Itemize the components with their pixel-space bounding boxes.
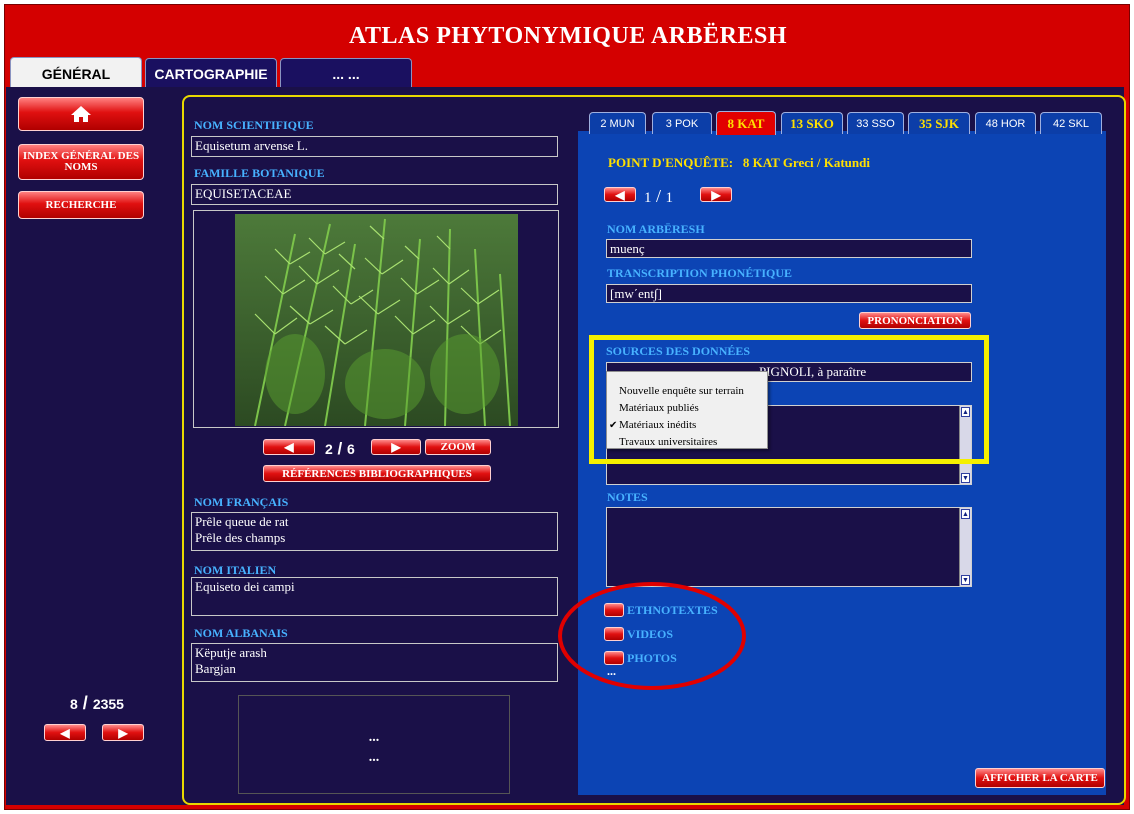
prev-record-button[interactable]: ◀: [44, 724, 86, 741]
scroll-down-icon[interactable]: ▼: [961, 473, 970, 483]
home-button[interactable]: [18, 97, 144, 131]
albanian-name-label: NOM ALBANAIS: [194, 626, 288, 640]
entry-current: 1: [644, 190, 652, 206]
phonetic-label: TRANSCRIPTION PHONÉTIQUE: [607, 266, 793, 280]
tab-point-33-sso[interactable]: 33 SSO: [847, 112, 904, 134]
prev-image-button[interactable]: ◀: [263, 439, 315, 455]
scroll-up-icon[interactable]: ▲: [961, 509, 970, 519]
tab-point-35-sjk[interactable]: 35 SJK: [908, 112, 970, 134]
arrow-right-icon: ▶: [711, 187, 721, 202]
arberesh-name-field: muenç: [606, 239, 972, 258]
italian-name-label: NOM ITALIEN: [194, 563, 277, 577]
extra-info-box: ... ...: [238, 695, 510, 794]
scrollbar[interactable]: ▲ ▼: [959, 508, 971, 586]
plant-image-frame: [193, 210, 559, 428]
french-name-label: NOM FRANÇAIS: [194, 495, 289, 509]
tab-cartographie[interactable]: CARTOGRAPHIE: [145, 58, 277, 88]
zoom-button[interactable]: ZOOM: [425, 439, 491, 455]
family-label: FAMILLE BOTANIQUE: [194, 166, 325, 180]
phonetic-field: [mw΄ent∫]: [606, 284, 972, 303]
image-current: 2: [325, 441, 333, 457]
french-name-field: Prêle queue de rat Prêle des champs: [191, 512, 558, 551]
arrow-left-icon: ◀: [284, 440, 294, 454]
extra-info-line-2: ...: [368, 750, 380, 765]
annotation-red-ellipse: [558, 582, 746, 690]
entry-counter: 1 / 1: [644, 186, 674, 206]
scientific-name-field: Equisetum arvense L.: [191, 136, 558, 157]
tab-point-13-sko[interactable]: 13 SKO: [781, 112, 843, 134]
survey-point-value: 8 KAT Greci / Katundi: [742, 155, 870, 170]
image-counter: 2 / 6: [325, 439, 355, 458]
arrow-left-icon: ◀: [60, 725, 70, 740]
next-record-button[interactable]: ▶: [102, 724, 144, 741]
tab-point-42-skl[interactable]: 42 SKL: [1040, 112, 1102, 134]
extra-info-line-1: ...: [368, 730, 380, 745]
next-image-button[interactable]: ▶: [371, 439, 421, 455]
record-total: 2355: [92, 696, 124, 712]
italian-name-field: Equiseto dei campi: [191, 577, 558, 616]
tab-point-8-kat[interactable]: 8 KAT: [716, 111, 776, 135]
tab-more[interactable]: ... ...: [280, 58, 412, 88]
record-current: 8: [70, 696, 78, 712]
tab-general[interactable]: GÉNÉRAL: [10, 57, 142, 89]
tab-point-48-hor[interactable]: 48 HOR: [975, 112, 1036, 134]
albanian-name-field: Këputje arash Bargjan: [191, 643, 558, 682]
next-entry-button[interactable]: ▶: [700, 187, 732, 202]
annotation-highlight-box: [589, 335, 989, 464]
image-total: 6: [346, 441, 355, 457]
references-button[interactable]: RÉFÉRENCES BIBLIOGRAPHIQUES: [263, 465, 491, 482]
family-field: EQUISETACEAE: [191, 184, 558, 205]
scroll-down-icon[interactable]: ▼: [961, 575, 970, 585]
app-title: ATLAS PHYTONYMIQUE ARBËRESH: [348, 23, 788, 49]
plant-photo: [235, 214, 518, 426]
index-button[interactable]: INDEX GÉNÉRAL DES NOMS: [18, 144, 144, 180]
notes-label: NOTES: [607, 490, 648, 504]
tab-point-3-pok[interactable]: 3 POK: [652, 112, 712, 134]
survey-point: POINT D'ENQUÊTE: 8 KAT Greci / Katundi: [608, 155, 870, 171]
prev-entry-button[interactable]: ◀: [604, 187, 636, 202]
notes-field[interactable]: ▲ ▼: [606, 507, 972, 587]
show-map-button[interactable]: AFFICHER LA CARTE: [975, 768, 1105, 788]
entry-total: 1: [665, 190, 674, 206]
arrow-right-icon: ▶: [391, 440, 401, 454]
arberesh-name-label: NOM ARBËRESH: [607, 222, 705, 236]
arrow-right-icon: ▶: [118, 725, 128, 740]
survey-point-label: POINT D'ENQUÊTE:: [608, 155, 734, 170]
pronunciation-button[interactable]: PRONONCIATION: [859, 312, 971, 329]
search-button[interactable]: RECHERCHE: [18, 191, 144, 219]
tab-point-2-mun[interactable]: 2 MUN: [589, 112, 646, 134]
record-counter: 8 / 2355: [70, 693, 124, 713]
scientific-name-label: NOM SCIENTIFIQUE: [194, 118, 314, 132]
arrow-left-icon: ◀: [615, 187, 625, 202]
home-icon: [71, 106, 91, 122]
